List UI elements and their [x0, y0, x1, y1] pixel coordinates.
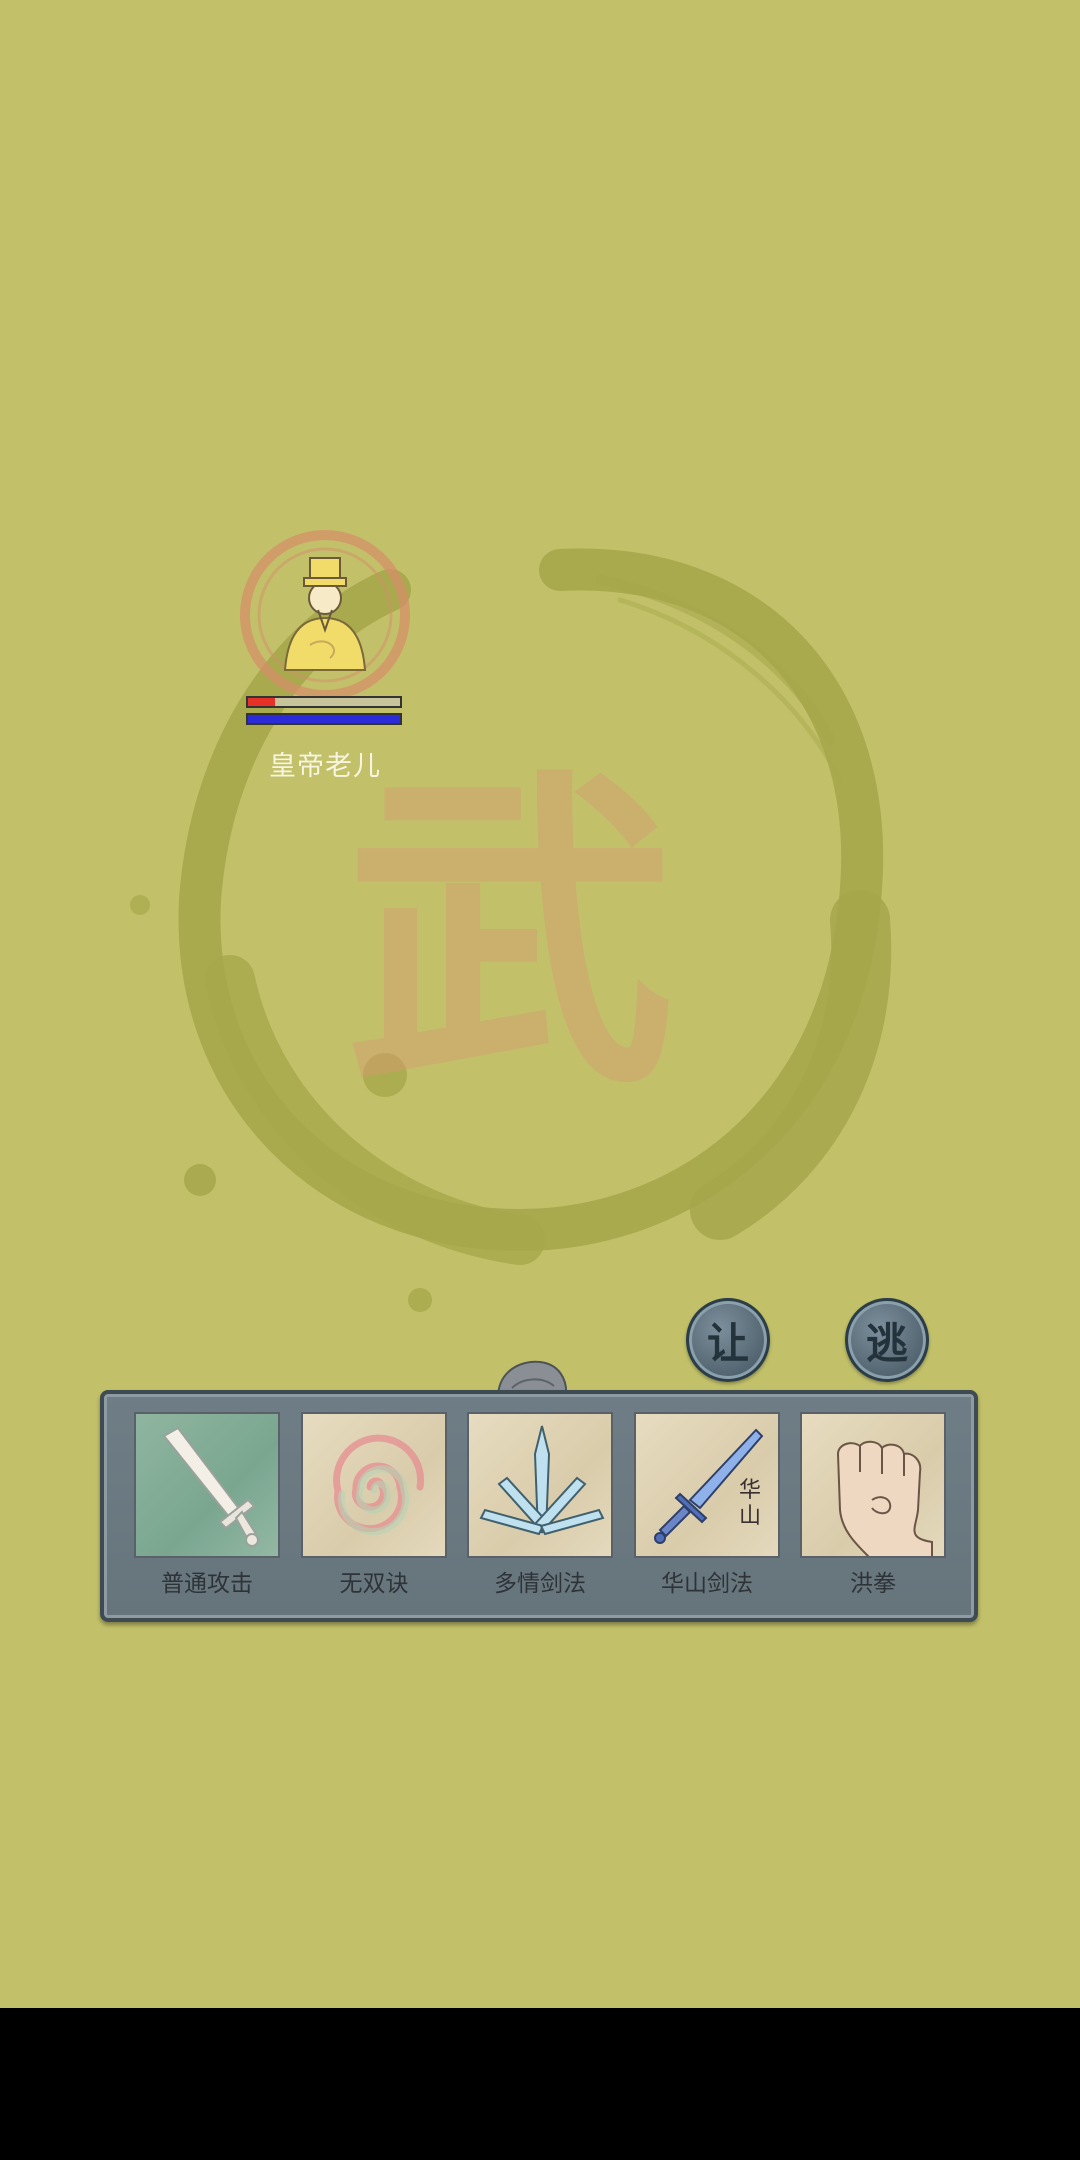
enemy-hp-fill — [248, 698, 276, 706]
emperor-portrait-icon[interactable] — [230, 530, 420, 700]
enemy-hp-bar — [246, 696, 402, 708]
skill-icon-frame[interactable] — [467, 1412, 613, 1558]
skill-normal-attack[interactable]: 普通攻击 — [134, 1412, 280, 1598]
yield-button[interactable]: 让 — [686, 1298, 770, 1382]
yield-button-label: 让 — [706, 1318, 749, 1368]
skill-huashan-sword[interactable]: 华山 华山剑法 — [634, 1412, 780, 1598]
system-navigation-bar — [0, 2008, 1080, 2160]
flee-button[interactable]: 逃 — [845, 1298, 929, 1382]
skill-label: 无双诀 — [339, 1571, 409, 1597]
spiral-icon — [333, 1434, 425, 1536]
skill-icon-frame[interactable] — [800, 1412, 946, 1558]
skill-wushuang-jue[interactable]: 无双诀 — [301, 1412, 447, 1598]
school-badge: 华山 — [738, 1478, 761, 1529]
skill-label: 洪拳 — [850, 1571, 896, 1597]
calligraphy-character: 武 — [345, 740, 675, 1128]
skill-label: 普通攻击 — [161, 1571, 253, 1597]
enemy-name: 皇帝老儿 — [269, 751, 381, 782]
sword-icon — [162, 1426, 259, 1547]
skill-icon-frame[interactable]: 华山 — [634, 1412, 780, 1558]
skill-label: 多情剑法 — [494, 1571, 586, 1597]
enemy-mp-bar — [246, 713, 402, 725]
skill-icon-frame[interactable] — [134, 1412, 280, 1558]
skill-hong-fist[interactable]: 洪拳 — [800, 1412, 946, 1598]
battle-scene: 武 皇帝老儿 让 逃 普通攻击 无双诀 多情剑法 华山 华山剑法 洪拳 — [0, 0, 1080, 2008]
flee-button-label: 逃 — [865, 1318, 908, 1368]
fist-icon — [836, 1440, 933, 1556]
ink-circle-background: 武 — [130, 548, 892, 1312]
skill-label: 华山剑法 — [661, 1571, 753, 1597]
skill-panel: 普通攻击 无双诀 多情剑法 华山 华山剑法 洪拳 — [100, 1390, 978, 1622]
enemy-mp-fill — [248, 715, 400, 723]
crystal-blades-icon — [479, 1425, 605, 1536]
skill-duoqing-sword[interactable]: 多情剑法 — [467, 1412, 613, 1598]
skill-icon-frame[interactable] — [301, 1412, 447, 1558]
